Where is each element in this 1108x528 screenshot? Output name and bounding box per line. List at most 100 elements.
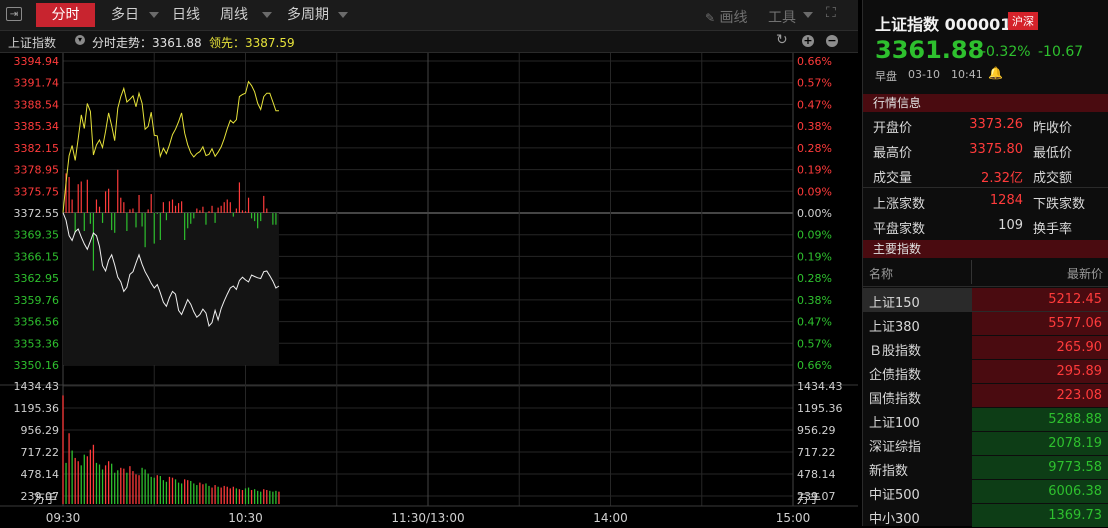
index-name: 上证380: [869, 320, 920, 335]
volume-tick-label: 956.29: [21, 424, 60, 437]
percent-tick-label: 0.09%: [797, 229, 832, 242]
collapse-panel-icon[interactable]: ⇥: [6, 7, 22, 21]
price-tick-label: 3350.16: [14, 359, 60, 372]
percent-tick-label: 0.57%: [797, 337, 832, 350]
alert-bell-icon[interactable]: 🔔: [988, 66, 1003, 80]
security-title: 上证指数 000001: [875, 15, 1012, 34]
divider: [863, 187, 1108, 188]
tab-weekly[interactable]: 周线: [214, 3, 254, 27]
tools-dropdown-icon[interactable]: [803, 12, 813, 18]
percent-tick-label: 0.47%: [797, 316, 832, 329]
tab-daily[interactable]: 日线: [166, 3, 206, 27]
price-tick-label: 3388.54: [14, 98, 60, 111]
tab-intraday[interactable]: 分时: [36, 3, 95, 27]
zoom-out-icon[interactable]: −: [826, 35, 838, 47]
market-info-label: 成交量: [873, 171, 913, 186]
percent-tick-label: 0.66%: [797, 55, 832, 68]
index-row[interactable]: 企债指数 295.89: [863, 360, 1108, 384]
percent-tick-label: 0.19%: [797, 250, 832, 263]
chart-info-bar: 上证指数 ▾ 分时走势：3361.88 领先：3387.59 ↻ + −: [0, 31, 858, 53]
time-tick-label: 15:00: [776, 511, 811, 525]
lead-price-label: 领先：3387.59: [209, 36, 295, 50]
percent-tick-label: 0.57%: [797, 77, 832, 90]
zoom-in-icon[interactable]: +: [802, 35, 814, 47]
quote-time: 10:41: [951, 68, 983, 81]
collapse-chevron-icon[interactable]: ▾: [75, 35, 85, 45]
draw-line-label: 画线: [719, 10, 748, 26]
price-tick-label: 3385.34: [14, 120, 60, 133]
market-info-header: 行情信息: [863, 94, 1108, 112]
index-name: 上证100: [869, 416, 920, 431]
volume-tick-label: 717.22: [21, 446, 60, 459]
volume-tick-label: 956.29: [797, 424, 836, 437]
column-name: 名称: [869, 267, 894, 281]
price-tick-label: 3362.95: [14, 272, 60, 285]
tab-multi-period[interactable]: 多周期: [280, 3, 336, 27]
percent-tick-label: 0.38%: [797, 120, 832, 133]
period-toolbar: ⇥ 分时 多日 日线 周线 多周期 ✎ 画线 工具 ⛶: [0, 0, 858, 31]
percent-axis-labels: 0.66% 0.57% 0.47% 0.38% 0.28% 0.19% 0.09% 0.00%…: [797, 55, 832, 372]
session-label: 早盘: [875, 70, 897, 83]
market-info-value: 1284: [989, 193, 1023, 208]
tools-menu-button[interactable]: 工具: [768, 7, 796, 27]
weekly-dropdown-icon[interactable]: [262, 12, 272, 18]
fullscreen-icon[interactable]: ⛶: [826, 5, 836, 21]
refresh-icon[interactable]: ↻: [776, 32, 788, 48]
price-tick-label: 3372.55: [14, 207, 60, 220]
index-name: 国债指数: [869, 392, 922, 407]
price-tick-label: 3356.56: [14, 316, 60, 329]
index-price: 1369.73: [972, 504, 1108, 527]
column-latest-price: 最新价: [1066, 267, 1103, 281]
market-info-value: 2.32亿: [981, 171, 1023, 186]
volume-tick-label: 717.22: [797, 446, 836, 459]
price-area-shade: [63, 213, 279, 365]
percent-tick-label: 0.00%: [797, 207, 832, 220]
index-price: 9773.58: [972, 456, 1108, 479]
market-info-label: 上涨家数: [873, 197, 926, 212]
index-row[interactable]: Ｂ股指数 265.90: [863, 336, 1108, 360]
index-price: 2078.19: [972, 432, 1108, 455]
index-row[interactable]: 新指数 9773.58: [863, 456, 1108, 480]
percent-tick-label: 0.28%: [797, 142, 832, 155]
tools-label: 工具: [768, 10, 796, 26]
volume-bars: [62, 395, 280, 504]
market-info-value: 3375.80: [969, 142, 1023, 157]
draw-line-button[interactable]: ✎ 画线: [705, 7, 748, 27]
index-price: 5212.45: [972, 288, 1108, 311]
index-row[interactable]: 中小300 1369.73: [863, 504, 1108, 528]
intraday-price-label: 分时走势：3361.88: [92, 36, 202, 50]
market-info-label: 昨收价: [1033, 121, 1073, 136]
volume-tick-label: 1434.43: [797, 380, 843, 393]
pencil-icon: ✎: [705, 11, 716, 25]
time-tick-label: 11:30/13:00: [391, 511, 464, 525]
index-price: 223.08: [972, 384, 1108, 407]
percent-tick-label: 0.28%: [797, 272, 832, 285]
volume-tick-label: 478.14: [797, 468, 836, 481]
index-row[interactable]: 深证综指 2078.19: [863, 432, 1108, 456]
multi-period-dropdown-icon[interactable]: [338, 12, 348, 18]
index-row[interactable]: 中证500 6006.38: [863, 480, 1108, 504]
index-row[interactable]: 上证150 5212.45: [863, 288, 1108, 312]
main-index-header: 主要指数: [863, 240, 1108, 258]
index-name: Ｂ股指数: [869, 344, 922, 359]
index-row[interactable]: 上证100 5288.88: [863, 408, 1108, 432]
tab-multi-day[interactable]: 多日: [102, 3, 148, 27]
percent-tick-label: 0.47%: [797, 98, 832, 111]
quote-date: 03-10: [908, 68, 940, 81]
index-row[interactable]: 上证380 5577.06: [863, 312, 1108, 336]
intraday-chart[interactable]: 3394.94 3391.74 3388.54 3385.34 3382.15 3378.…: [0, 53, 858, 526]
market-info-value: 3373.26: [969, 117, 1023, 132]
index-name: 深证综指: [869, 440, 922, 455]
price-tick-label: 3378.95: [14, 164, 60, 177]
multi-day-dropdown-icon[interactable]: [149, 12, 159, 18]
price-tick-label: 3382.15: [14, 142, 60, 155]
market-info-value: 109: [998, 218, 1023, 233]
price-tick-label: 3359.76: [14, 294, 60, 307]
index-row[interactable]: 国债指数 223.08: [863, 384, 1108, 408]
price-area-shade: [63, 213, 279, 365]
quote-panel: 上证指数 000001 沪深 3361.88 -0.32% -10.67 早盘 …: [862, 0, 1108, 528]
index-price: 5288.88: [972, 408, 1108, 431]
volume-tick-label: 1434.43: [14, 380, 60, 393]
time-tick-label: 14:00: [593, 511, 628, 525]
price-axis-labels: 3394.94 3391.74 3388.54 3385.34 3382.15 3378.…: [14, 55, 60, 372]
